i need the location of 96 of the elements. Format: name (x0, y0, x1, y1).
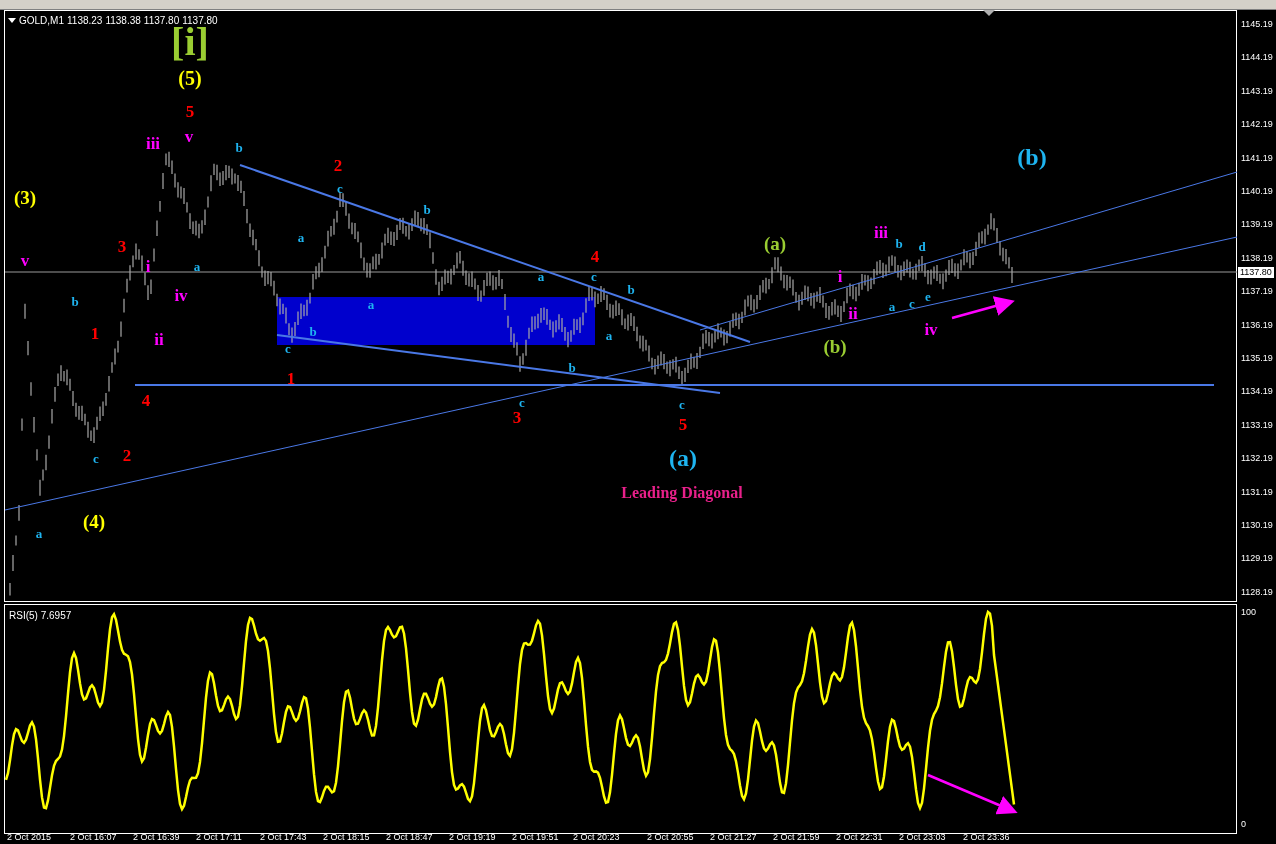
price-tick: 1134.19 (1241, 387, 1273, 397)
arrow (951, 296, 1015, 320)
price-tick: 1136.19 (1241, 320, 1273, 330)
time-tick: 2 Oct 20:23 (573, 833, 620, 842)
wave-label: b (423, 202, 431, 216)
wave-label: a (297, 230, 305, 244)
wave-label: iv (174, 286, 188, 304)
price-tick: 1132.19 (1241, 454, 1273, 464)
price-tick: 1144.19 (1241, 53, 1273, 63)
wave-label: 4 (141, 391, 151, 409)
price-tick: 1138.19 (1241, 253, 1273, 263)
time-tick: 2 Oct 21:27 (710, 833, 757, 842)
wave-label: b (568, 360, 576, 374)
rsi-title: RSI(5) 7.6957 (9, 609, 72, 623)
wave-label: i (837, 267, 843, 285)
pattern-label: Leading Diagonal (621, 485, 743, 501)
time-tick: 2 Oct 16:07 (70, 833, 117, 842)
time-tick: 2 Oct 18:47 (386, 833, 433, 842)
price-tick: 1141.19 (1241, 153, 1273, 163)
time-tick: 2 Oct 19:19 (449, 833, 496, 842)
wave-label: iii (873, 223, 889, 241)
wave-label: 1 (90, 324, 100, 342)
wave-label: (a) (763, 233, 787, 253)
wave-label: a (888, 299, 896, 313)
wave-label: v (184, 127, 194, 145)
wave-label: (b) (1017, 145, 1047, 169)
wave-label: b (627, 282, 635, 296)
wave-label: b (71, 294, 79, 308)
time-tick: 2 Oct 20:55 (647, 833, 694, 842)
dropdown-triangle-icon[interactable] (8, 18, 16, 23)
wave-label: 3 (512, 408, 522, 426)
time-tick: 2 Oct 21:59 (773, 833, 820, 842)
wave-label: c (93, 451, 99, 465)
price-tick: 1129.19 (1241, 554, 1273, 564)
wave-label: (b) (823, 336, 847, 356)
rsi-scale-min: 0 (1241, 818, 1246, 831)
time-tick: 2 Oct 2015 (7, 833, 52, 842)
price-tick: 1145.19 (1241, 20, 1273, 29)
wave-label: c (909, 296, 915, 310)
wave-label: b (309, 324, 317, 338)
price-tick: 1143.19 (1241, 86, 1273, 96)
ohlc-value: 1138.38 (105, 14, 141, 28)
price-tick: 1142.19 (1241, 120, 1273, 130)
time-tick: 2 Oct 16:39 (133, 833, 180, 842)
wave-label: b (895, 236, 903, 250)
time-tick: 2 Oct 17:43 (260, 833, 307, 842)
wave-label: 1 (286, 369, 296, 387)
wave-label: c (285, 341, 291, 355)
time-tick: 2 Oct 18:15 (323, 833, 370, 842)
wave-label: c (591, 269, 597, 283)
price-tick: 1135.19 (1241, 354, 1273, 363)
wave-label: 5 (678, 415, 688, 433)
wave-label: c (519, 395, 525, 409)
wave-label: i (145, 257, 151, 275)
time-tick: 2 Oct 19:51 (512, 833, 559, 842)
wave-label: v (20, 251, 30, 269)
wave-label: a (537, 269, 545, 283)
time-tick: 2 Oct 23:36 (963, 833, 1010, 842)
price-tick: 1131.19 (1241, 487, 1273, 497)
wave-label: a (367, 297, 375, 311)
wave-label: a (193, 259, 201, 273)
wave-label: (3) (13, 187, 37, 207)
ohlc-value: 1137.80 (143, 14, 180, 27)
wave-label: d (918, 239, 926, 253)
price-tick: 1128.19 (1241, 587, 1273, 597)
price-tick: 1139.19 (1241, 220, 1273, 230)
wave-label: e (925, 289, 931, 303)
ohlc-value: 1138.23 (67, 14, 103, 28)
price-tick: 1140.19 (1241, 187, 1273, 196)
rsi-scale-max: 100 (1241, 606, 1257, 619)
wave-label: b (235, 140, 243, 154)
current-price-tag: 1137.80 (1237, 266, 1275, 279)
price-tick: 1130.19 (1241, 521, 1273, 530)
wave-label: iv (924, 320, 938, 338)
wave-label: 2 (333, 156, 343, 174)
ohlc-value: 1137.80 (182, 14, 218, 27)
wave-label: 2 (122, 446, 132, 464)
wave-label: 5 (185, 102, 195, 120)
price-tick: 1137.19 (1241, 287, 1273, 297)
wave-label: ii (154, 330, 164, 348)
wave-label: ii (848, 304, 858, 322)
wave-label: a (35, 526, 43, 540)
time-tick: 2 Oct 22:31 (836, 833, 883, 842)
wave-label: iii (145, 134, 161, 152)
wave-label: (5) (178, 68, 202, 88)
time-tick: 2 Oct 23:03 (899, 833, 946, 842)
wave-label: a (605, 328, 613, 342)
wave-label: c (679, 397, 685, 411)
wave-label: (4) (82, 511, 106, 531)
wave-label: c (337, 181, 343, 195)
symbol-label: GOLD,M1 (19, 14, 64, 28)
wave-label: (a) (669, 446, 697, 470)
time-tick: 2 Oct 17:11 (196, 833, 242, 842)
wave-label: 4 (590, 247, 600, 265)
price-tick: 1133.19 (1241, 420, 1273, 430)
wave-label: 3 (117, 237, 127, 255)
